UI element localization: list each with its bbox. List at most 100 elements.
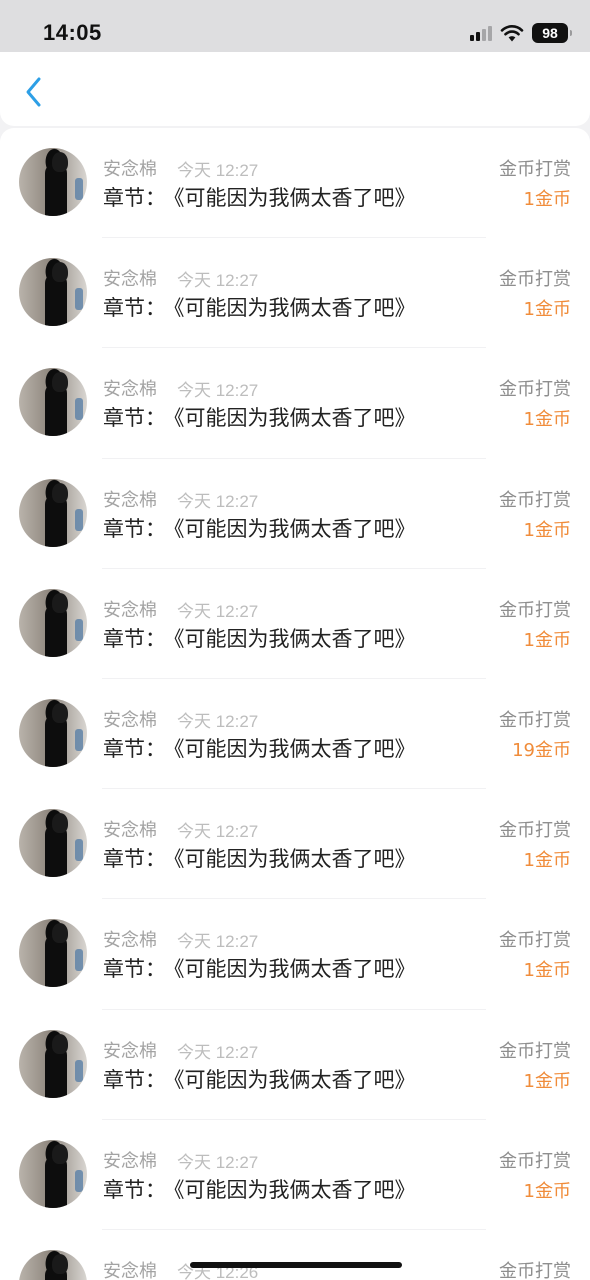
user-name: 安念棉 xyxy=(103,930,157,952)
tip-record-row[interactable]: 安念棉 今天 12:27 章节： 《可能因为我俩太香了吧》 金币打赏 1金币 xyxy=(0,238,590,349)
avatar[interactable] xyxy=(19,1139,87,1208)
tip-record-row[interactable]: 安念棉 今天 12:27 章节： 《可能因为我俩太香了吧》 金币打赏 1金币 xyxy=(0,1120,590,1231)
chapter-title: 《可能因为我俩太香了吧》 xyxy=(174,406,416,431)
tip-type: 金币打赏 xyxy=(499,599,571,621)
tip-record-row[interactable]: 安念棉 今天 12:27 章节： 《可能因为我俩太香了吧》 金币打赏 1金币 xyxy=(0,128,590,239)
tip-type: 金币打赏 xyxy=(499,1040,571,1062)
record-time: 今天 12:27 xyxy=(177,1152,259,1172)
chapter-label: 章节： xyxy=(103,736,166,761)
record-time: 今天 12:27 xyxy=(177,491,259,511)
tip-type: 金币打赏 xyxy=(499,1260,571,1280)
user-name: 安念棉 xyxy=(103,159,157,180)
avatar[interactable] xyxy=(19,368,87,437)
tip-amount: 1金币 xyxy=(523,299,571,321)
chapter-title: 《可能因为我俩太香了吧》 xyxy=(174,957,416,982)
tip-record-row[interactable]: 安念棉 今天 12:27 章节： 《可能因为我俩太香了吧》 金币打赏 1金币 xyxy=(0,789,590,900)
avatar[interactable] xyxy=(19,809,87,878)
chapter-label: 章节： xyxy=(103,1177,166,1202)
chapter-title: 《可能因为我俩太香了吧》 xyxy=(174,1177,416,1202)
avatar[interactable] xyxy=(19,148,87,216)
tip-record-row[interactable]: 安念棉 今天 12:27 章节： 《可能因为我俩太香了吧》 金币打赏 1金币 xyxy=(0,348,590,459)
chapter-line: 章节： 《可能因为我俩太香了吧》 xyxy=(103,843,416,873)
record-time: 今天 12:27 xyxy=(177,932,259,952)
tip-record-row[interactable]: 安念棉 今天 12:27 章节： 《可能因为我俩太香了吧》 金币打赏 19金币 xyxy=(0,679,590,790)
tip-type: 金币打赏 xyxy=(499,159,571,180)
chapter-label: 章节： xyxy=(103,406,166,431)
record-time: 今天 12:27 xyxy=(177,822,259,842)
avatar[interactable] xyxy=(19,258,87,327)
chapter-title: 《可能因为我俩太香了吧》 xyxy=(174,1067,416,1092)
chapter-label: 章节： xyxy=(103,1067,166,1092)
status-icons: 98 xyxy=(470,22,572,44)
chapter-label: 章节： xyxy=(103,516,166,541)
chapter-line: 章节： 《可能因为我俩太香了吧》 xyxy=(103,1174,416,1204)
chapter-label: 章节： xyxy=(103,957,166,982)
record-time: 今天 12:27 xyxy=(177,601,259,621)
avatar[interactable] xyxy=(19,919,87,988)
tip-record-row[interactable]: 安念棉 今天 12:27 章节： 《可能因为我俩太香了吧》 金币打赏 1金币 xyxy=(0,569,590,680)
user-name: 安念棉 xyxy=(103,269,157,291)
user-name: 安念棉 xyxy=(103,709,157,731)
chapter-title: 《可能因为我俩太香了吧》 xyxy=(174,516,416,541)
tip-amount: 1金币 xyxy=(523,850,571,872)
status-bar: 14:05 98 xyxy=(0,0,590,52)
chapter-line: 章节： 《可能因为我俩太香了吧》 xyxy=(103,623,416,653)
avatar[interactable] xyxy=(19,1029,87,1098)
avatar[interactable] xyxy=(19,698,87,767)
screen: 14:05 98 安念棉 今天 12:27 章节： 《可能因为我俩太香了吧》 金… xyxy=(0,0,590,1280)
tip-type: 金币打赏 xyxy=(499,489,571,511)
tip-type: 金币打赏 xyxy=(499,709,571,731)
record-time: 今天 12:27 xyxy=(177,271,259,291)
chapter-line: 章节： 《可能因为我俩太香了吧》 xyxy=(103,953,416,983)
tip-type: 金币打赏 xyxy=(499,269,571,291)
chapter-title: 《可能因为我俩太香了吧》 xyxy=(174,736,416,761)
record-time: 今天 12:27 xyxy=(177,161,259,180)
record-time: 今天 12:27 xyxy=(177,1042,259,1062)
tip-type: 金币打赏 xyxy=(499,1150,571,1172)
tip-amount: 1金币 xyxy=(523,1070,571,1092)
chapter-line: 章节： 《可能因为我俩太香了吧》 xyxy=(103,182,416,212)
avatar[interactable] xyxy=(19,588,87,657)
tip-type: 金币打赏 xyxy=(499,820,571,842)
tip-amount: 1金币 xyxy=(523,519,571,541)
user-name: 安念棉 xyxy=(103,599,157,621)
chapter-line: 章节： 《可能因为我俩太香了吧》 xyxy=(103,1064,416,1094)
nav-bar xyxy=(0,52,590,126)
user-name: 安念棉 xyxy=(103,1040,157,1062)
user-name: 安念棉 xyxy=(103,489,157,511)
record-time: 今天 12:27 xyxy=(177,381,259,401)
chapter-label: 章节： xyxy=(103,296,166,321)
chapter-line: 章节： 《可能因为我俩太香了吧》 xyxy=(103,402,416,432)
back-button[interactable] xyxy=(14,72,54,112)
tip-record-row[interactable]: 安念棉 今天 12:27 章节： 《可能因为我俩太香了吧》 金币打赏 1金币 xyxy=(0,899,590,1010)
chapter-label: 章节： xyxy=(103,186,166,210)
chapter-title: 《可能因为我俩太香了吧》 xyxy=(174,626,416,651)
cellular-signal-icon xyxy=(470,25,492,41)
avatar[interactable] xyxy=(19,478,87,547)
tip-amount: 1金币 xyxy=(523,189,571,210)
tip-type: 金币打赏 xyxy=(499,379,571,401)
home-indicator xyxy=(190,1262,402,1268)
chevron-left-icon xyxy=(26,77,41,107)
avatar[interactable] xyxy=(19,1249,87,1280)
record-time: 今天 12:27 xyxy=(177,711,259,731)
tip-amount: 1金币 xyxy=(523,629,571,651)
chapter-line: 章节： 《可能因为我俩太香了吧》 xyxy=(103,733,416,763)
chapter-label: 章节： xyxy=(103,847,166,872)
chapter-title: 《可能因为我俩太香了吧》 xyxy=(174,186,416,210)
tip-record-list[interactable]: 安念棉 今天 12:27 章节： 《可能因为我俩太香了吧》 金币打赏 1金币 安念… xyxy=(0,128,590,1280)
tip-record-row[interactable]: 安念棉 今天 12:27 章节： 《可能因为我俩太香了吧》 金币打赏 1金币 xyxy=(0,1010,590,1120)
tip-type: 金币打赏 xyxy=(499,930,571,952)
user-name: 安念棉 xyxy=(103,820,157,842)
battery-icon: 98 xyxy=(532,23,572,43)
user-name: 安念棉 xyxy=(103,1150,157,1172)
user-name: 安念棉 xyxy=(103,1260,157,1280)
chapter-label: 章节： xyxy=(103,626,166,651)
tip-record-row[interactable]: 安念棉 今天 12:26 金币打赏 xyxy=(0,1230,590,1280)
wifi-icon xyxy=(500,25,524,42)
chapter-line: 章节： 《可能因为我俩太香了吧》 xyxy=(103,513,416,543)
user-name: 安念棉 xyxy=(103,379,157,401)
chapter-line: 章节： 《可能因为我俩太香了吧》 xyxy=(103,292,416,322)
tip-record-row[interactable]: 安念棉 今天 12:27 章节： 《可能因为我俩太香了吧》 金币打赏 1金币 xyxy=(0,459,590,569)
tip-amount: 19金币 xyxy=(512,739,571,761)
